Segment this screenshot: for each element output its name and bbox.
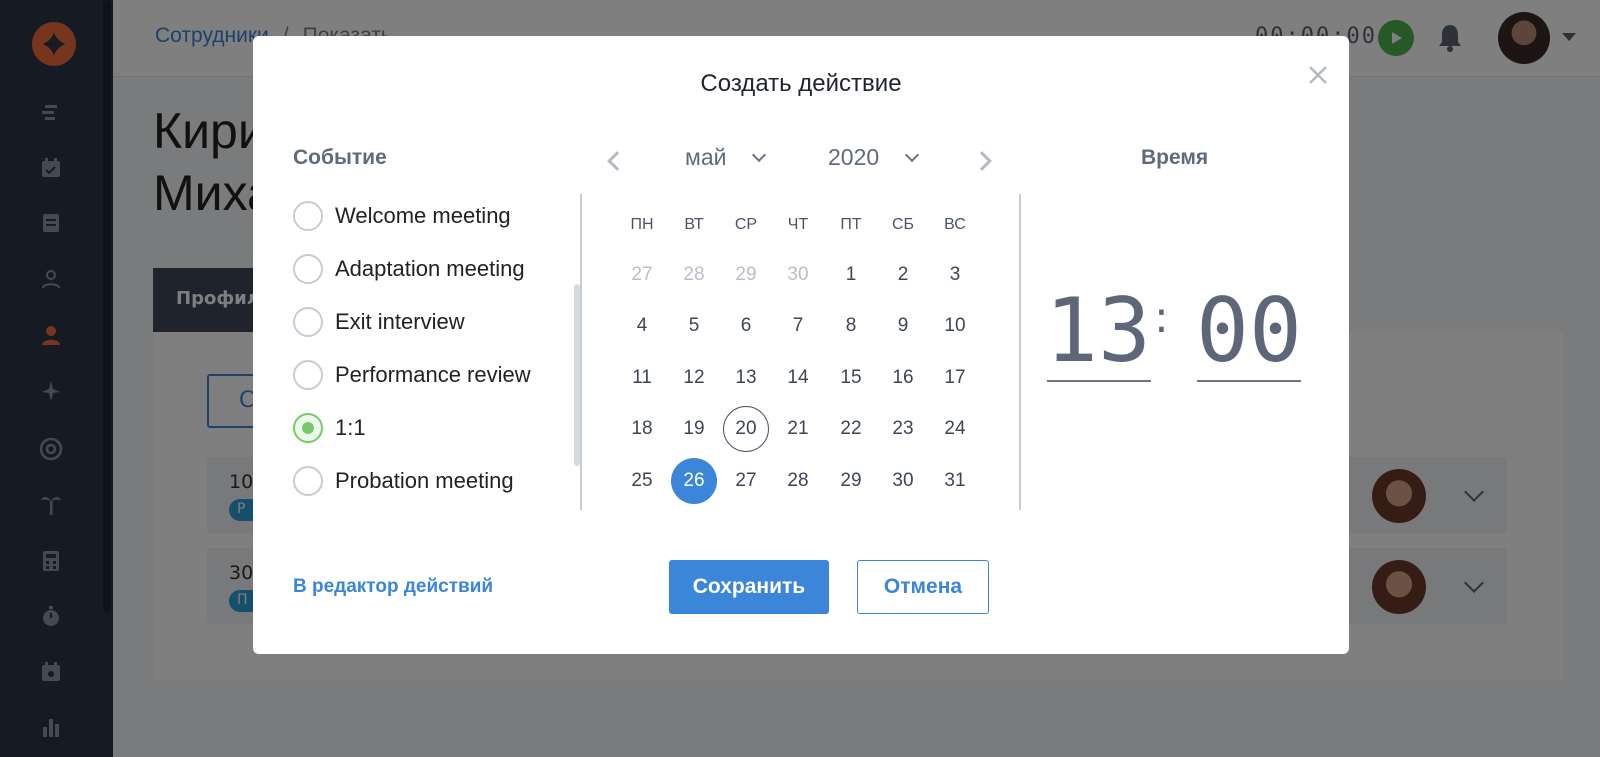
- weekday-header: ВС: [944, 216, 966, 233]
- radio-checked[interactable]: [293, 413, 323, 443]
- calendar-day[interactable]: 17: [932, 355, 978, 401]
- calendar-day[interactable]: 25: [619, 458, 665, 504]
- event-option-label: Adaptation meeting: [335, 256, 525, 281]
- action-editor-link[interactable]: В редактор действий: [293, 576, 493, 598]
- calendar-day[interactable]: 13: [723, 355, 769, 401]
- year-value: 2020: [828, 144, 880, 170]
- radio-unchecked[interactable]: [293, 360, 323, 390]
- calendar-day[interactable]: 15: [828, 355, 874, 401]
- weekday-header: СР: [734, 216, 758, 233]
- prev-month-chevron-icon[interactable]: [607, 151, 627, 171]
- chevron-down-icon: [905, 147, 920, 162]
- event-option[interactable]: Adaptation meeting: [293, 254, 525, 284]
- calendar-day[interactable]: 10: [932, 303, 978, 349]
- calendar-day[interactable]: 30: [880, 458, 926, 504]
- calendar-day[interactable]: 6: [723, 303, 769, 349]
- save-button[interactable]: Сохранить: [669, 560, 829, 614]
- calendar-day[interactable]: 27: [619, 252, 665, 298]
- calendar-day[interactable]: 21: [775, 406, 821, 452]
- cancel-button[interactable]: Отмена: [857, 560, 989, 614]
- calendar-day[interactable]: 22: [828, 406, 874, 452]
- calendar-day[interactable]: 19: [671, 406, 717, 452]
- calendar-day[interactable]: 16: [880, 355, 926, 401]
- calendar-day[interactable]: 8: [828, 303, 874, 349]
- modal-title: Создать действие: [700, 70, 902, 97]
- create-action-modal: Создать действие Событие Welcome meeting…: [253, 36, 1349, 654]
- chevron-down-icon: [752, 147, 767, 162]
- calendar-day[interactable]: 1: [828, 252, 874, 298]
- calendar-day[interactable]: 7: [775, 303, 821, 349]
- weekday-header: ПТ: [840, 216, 862, 233]
- year-select[interactable]: 2020: [828, 144, 920, 171]
- radio-unchecked[interactable]: [293, 466, 323, 496]
- weekday-header: ВТ: [684, 216, 704, 233]
- calendar-day[interactable]: 23: [880, 406, 926, 452]
- weekday-header: ПН: [630, 216, 654, 233]
- weekday-header: СБ: [891, 216, 915, 233]
- time-colon: :: [1154, 292, 1169, 343]
- month-select[interactable]: май: [685, 144, 767, 171]
- calendar-day[interactable]: 4: [619, 303, 665, 349]
- hours-input[interactable]: 13: [1045, 286, 1151, 376]
- event-option[interactable]: Welcome meeting: [293, 201, 511, 231]
- event-option-label: 1:1: [335, 415, 366, 440]
- calendar-day[interactable]: 3: [932, 252, 978, 298]
- divider: [580, 194, 582, 510]
- radio-unchecked[interactable]: [293, 201, 323, 231]
- time-label: Время: [1141, 146, 1209, 169]
- event-option[interactable]: Performance review: [293, 360, 531, 390]
- event-option[interactable]: Exit interview: [293, 307, 465, 337]
- close-icon[interactable]: [1305, 62, 1331, 88]
- hours-underline: [1047, 380, 1151, 382]
- calendar-day[interactable]: 11: [619, 355, 665, 401]
- calendar-day[interactable]: 27: [723, 458, 769, 504]
- divider: [1019, 194, 1021, 510]
- event-option-label: Performance review: [335, 362, 531, 387]
- calendar-day-selected[interactable]: 26: [671, 458, 717, 504]
- event-option-label: Welcome meeting: [335, 203, 511, 228]
- calendar-day[interactable]: 24: [932, 406, 978, 452]
- calendar-day[interactable]: 31: [932, 458, 978, 504]
- calendar-day[interactable]: 29: [828, 458, 874, 504]
- next-month-chevron-icon[interactable]: [972, 151, 992, 171]
- event-option-label: Exit interview: [335, 309, 465, 334]
- event-label: Событие: [293, 146, 387, 169]
- calendar-day[interactable]: 14: [775, 355, 821, 401]
- calendar-day-today[interactable]: 20: [723, 406, 769, 452]
- calendar-day[interactable]: 5: [671, 303, 717, 349]
- calendar-day[interactable]: 28: [775, 458, 821, 504]
- minutes-input[interactable]: 00: [1196, 286, 1302, 376]
- event-option[interactable]: Probation meeting: [293, 466, 514, 496]
- event-option-label: Probation meeting: [335, 468, 514, 493]
- calendar-day[interactable]: 12: [671, 355, 717, 401]
- month-value: май: [685, 144, 727, 170]
- calendar-day[interactable]: 30: [775, 252, 821, 298]
- weekday-header: ЧТ: [787, 216, 809, 233]
- calendar-day[interactable]: 2: [880, 252, 926, 298]
- minutes-underline: [1197, 380, 1301, 382]
- radio-unchecked[interactable]: [293, 254, 323, 284]
- calendar-day[interactable]: 18: [619, 406, 665, 452]
- event-option[interactable]: 1:1: [293, 413, 366, 443]
- radio-unchecked[interactable]: [293, 307, 323, 337]
- calendar-day[interactable]: 28: [671, 252, 717, 298]
- calendar-day[interactable]: 29: [723, 252, 769, 298]
- calendar-day[interactable]: 9: [880, 303, 926, 349]
